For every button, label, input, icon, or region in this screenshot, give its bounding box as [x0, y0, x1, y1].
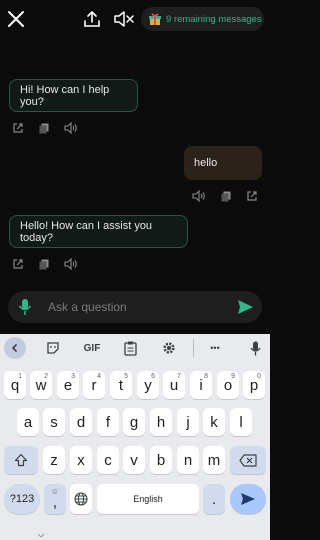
top-bar: 9 remaining messages — [0, 0, 270, 40]
input-placeholder: Ask a question — [48, 300, 127, 314]
enter-key[interactable] — [230, 484, 266, 514]
key-label: , — [52, 493, 58, 511]
key-r[interactable]: r4 — [83, 371, 105, 399]
key-v[interactable]: v — [123, 446, 145, 474]
period-key[interactable]: . — [203, 484, 225, 514]
speaker-icon[interactable] — [192, 189, 206, 207]
emoji-icon: ☺ — [50, 487, 60, 496]
on-screen-keyboard: GIF ••• q1 w2 e3 r4 t5 y6 u7 i8 o9 p0 a … — [0, 334, 270, 540]
message-actions — [12, 121, 78, 139]
remaining-messages-badge[interactable]: 9 remaining messages — [141, 7, 264, 31]
shift-icon — [14, 453, 28, 467]
key-hint: 7 — [177, 373, 181, 380]
key-label: i — [199, 376, 203, 394]
key-l[interactable]: l — [230, 408, 252, 436]
copy-icon[interactable] — [38, 121, 50, 139]
open-external-icon[interactable] — [12, 257, 24, 275]
key-m[interactable]: m — [203, 446, 225, 474]
space-key[interactable]: English — [97, 484, 199, 514]
share-icon[interactable] — [82, 9, 102, 29]
key-g[interactable]: g — [123, 408, 145, 436]
key-w[interactable]: w2 — [30, 371, 52, 399]
key-z[interactable]: z — [43, 446, 65, 474]
open-external-icon[interactable] — [246, 189, 258, 207]
message-actions — [12, 257, 78, 275]
copy-icon[interactable] — [220, 189, 232, 207]
speaker-icon[interactable] — [64, 121, 78, 139]
more-button[interactable]: ••• — [205, 340, 225, 356]
key-c[interactable]: c — [97, 446, 119, 474]
message-text: Hello! How can I assist you today? — [20, 219, 153, 244]
remaining-messages-text: 9 remaining messages — [166, 13, 262, 25]
message-actions — [192, 189, 258, 207]
gif-button[interactable]: GIF — [82, 340, 102, 356]
chevron-left-icon[interactable] — [4, 337, 26, 359]
key-hint: 0 — [257, 373, 261, 380]
key-hint: 6 — [151, 373, 155, 380]
sticker-icon[interactable] — [45, 340, 61, 356]
copy-icon[interactable] — [38, 257, 50, 275]
language-key[interactable] — [70, 484, 92, 514]
comma-emoji-key[interactable]: ☺ , — [44, 484, 66, 514]
close-icon[interactable] — [6, 9, 26, 29]
bot-message-bubble: Hello! How can I assist you today? — [9, 215, 188, 248]
symbols-key[interactable]: ?123 — [4, 484, 40, 514]
message-text: Hi! How can I help you? — [20, 83, 110, 108]
key-label: t — [118, 376, 124, 394]
key-s[interactable]: s — [43, 408, 65, 436]
key-b[interactable]: b — [150, 446, 172, 474]
key-hint: 9 — [231, 373, 235, 380]
chevron-down-icon[interactable] — [36, 532, 46, 540]
key-i[interactable]: i8 — [190, 371, 212, 399]
chat-screen: 9 remaining messages Hi! How can I help … — [0, 0, 270, 334]
key-e[interactable]: e3 — [57, 371, 79, 399]
microphone-icon[interactable] — [17, 297, 33, 317]
send-icon[interactable] — [236, 298, 254, 316]
key-t[interactable]: t5 — [110, 371, 132, 399]
key-label: r — [91, 376, 97, 394]
key-hint: 3 — [71, 373, 75, 380]
toolbar-divider — [193, 339, 194, 357]
key-p[interactable]: p0 — [243, 371, 265, 399]
key-hint: 8 — [204, 373, 208, 380]
key-a[interactable]: a — [17, 408, 39, 436]
bot-message-bubble: Hi! How can I help you? — [9, 79, 138, 112]
key-f[interactable]: f — [97, 408, 119, 436]
clipboard-icon[interactable] — [122, 340, 138, 356]
key-hint: 1 — [18, 373, 22, 380]
speaker-icon[interactable] — [64, 257, 78, 275]
send-icon — [241, 493, 255, 505]
gear-icon[interactable] — [161, 340, 177, 356]
navigation-bar — [0, 532, 270, 540]
globe-icon — [74, 492, 88, 506]
key-u[interactable]: u7 — [163, 371, 185, 399]
backspace-icon — [239, 453, 257, 467]
key-x[interactable]: x — [70, 446, 92, 474]
key-hint: 2 — [44, 373, 48, 380]
shift-key[interactable] — [4, 446, 38, 474]
backspace-key[interactable] — [230, 446, 266, 474]
key-d[interactable]: d — [70, 408, 92, 436]
user-message-bubble: hello — [184, 146, 262, 180]
key-h[interactable]: h — [150, 408, 172, 436]
key-hint: 4 — [97, 373, 101, 380]
key-q[interactable]: q1 — [4, 371, 26, 399]
open-external-icon[interactable] — [12, 121, 24, 139]
key-k[interactable]: k — [203, 408, 225, 436]
message-text: hello — [194, 157, 218, 169]
microphone-icon[interactable] — [247, 340, 263, 356]
key-y[interactable]: y6 — [137, 371, 159, 399]
speaker-muted-icon[interactable] — [113, 9, 135, 29]
key-o[interactable]: o9 — [217, 371, 239, 399]
key-n[interactable]: n — [177, 446, 199, 474]
key-hint: 5 — [124, 373, 128, 380]
gift-icon — [148, 12, 162, 26]
key-j[interactable]: j — [177, 408, 199, 436]
question-input[interactable]: Ask a question — [8, 291, 262, 323]
keyboard-toolbar: GIF ••• — [0, 334, 270, 362]
